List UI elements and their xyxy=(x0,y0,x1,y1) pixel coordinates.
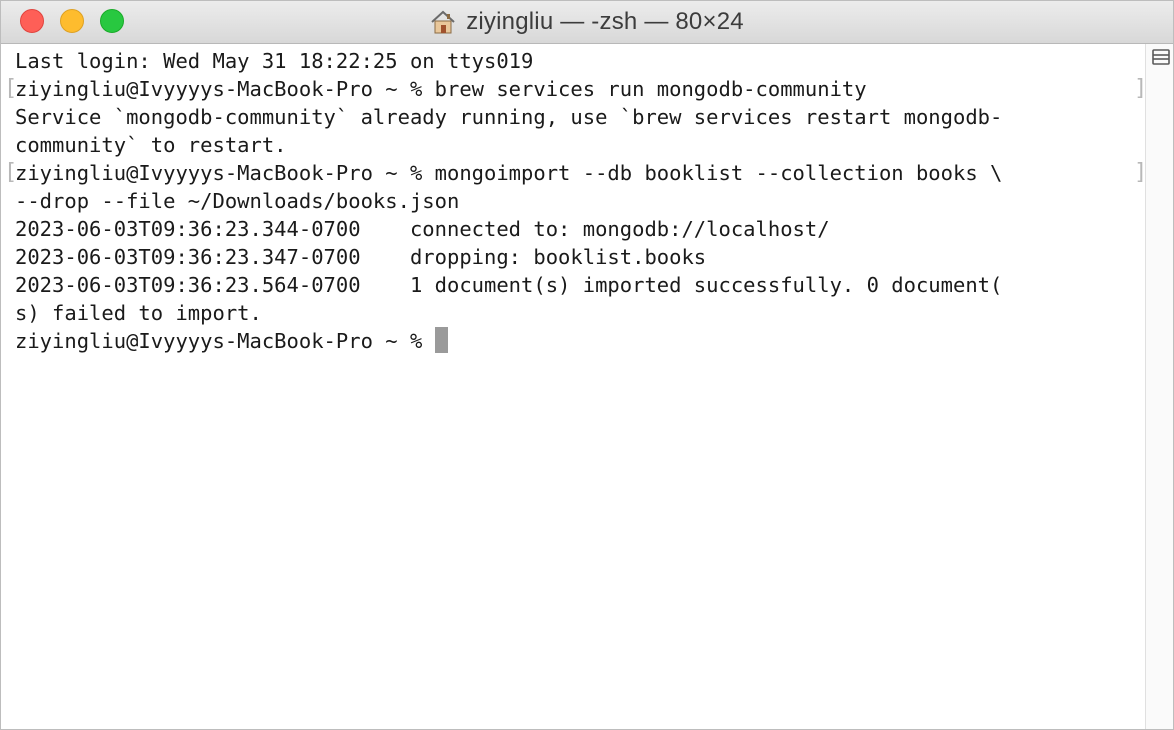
terminal-line: 2023-06-03T09:36:23.564-0700 1 document(… xyxy=(15,273,1003,297)
scrollbar[interactable] xyxy=(1145,44,1173,729)
text-cursor xyxy=(434,327,448,353)
terminal-content[interactable]: Last login: Wed May 31 18:22:25 on ttys0… xyxy=(1,44,1147,729)
terminal-window: ziyingliu — -zsh — 80×24 Last login: Wed… xyxy=(0,0,1174,730)
terminal-line: ziyingliu@Ivyyyys-MacBook-Pro ~ % mongoi… xyxy=(15,161,1003,185)
window-title: ziyingliu — -zsh — 80×24 xyxy=(466,8,744,35)
title-bar[interactable]: ziyingliu — -zsh — 80×24 xyxy=(1,1,1173,44)
window-title-group: ziyingliu — -zsh — 80×24 xyxy=(1,1,1173,43)
home-icon xyxy=(431,10,455,34)
terminal-line: ziyingliu@Ivyyyys-MacBook-Pro ~ % brew s… xyxy=(15,77,867,101)
terminal-line: community` to restart. xyxy=(15,133,287,157)
split-pane-icon[interactable] xyxy=(1151,48,1171,66)
terminal-line: --drop --file ~/Downloads/books.json xyxy=(15,189,460,213)
terminal-line: s) failed to import. xyxy=(15,301,262,325)
terminal-line: Service `mongodb-community` already runn… xyxy=(15,105,1003,129)
terminal-line: 2023-06-03T09:36:23.344-0700 connected t… xyxy=(15,217,830,241)
terminal-line: 2023-06-03T09:36:23.347-0700 dropping: b… xyxy=(15,245,707,269)
prompt-line[interactable]: ziyingliu@Ivyyyys-MacBook-Pro ~ % xyxy=(15,327,448,355)
prompt-text: ziyingliu@Ivyyyys-MacBook-Pro ~ % xyxy=(15,329,435,353)
terminal-line: Last login: Wed May 31 18:22:25 on ttys0… xyxy=(15,49,534,73)
